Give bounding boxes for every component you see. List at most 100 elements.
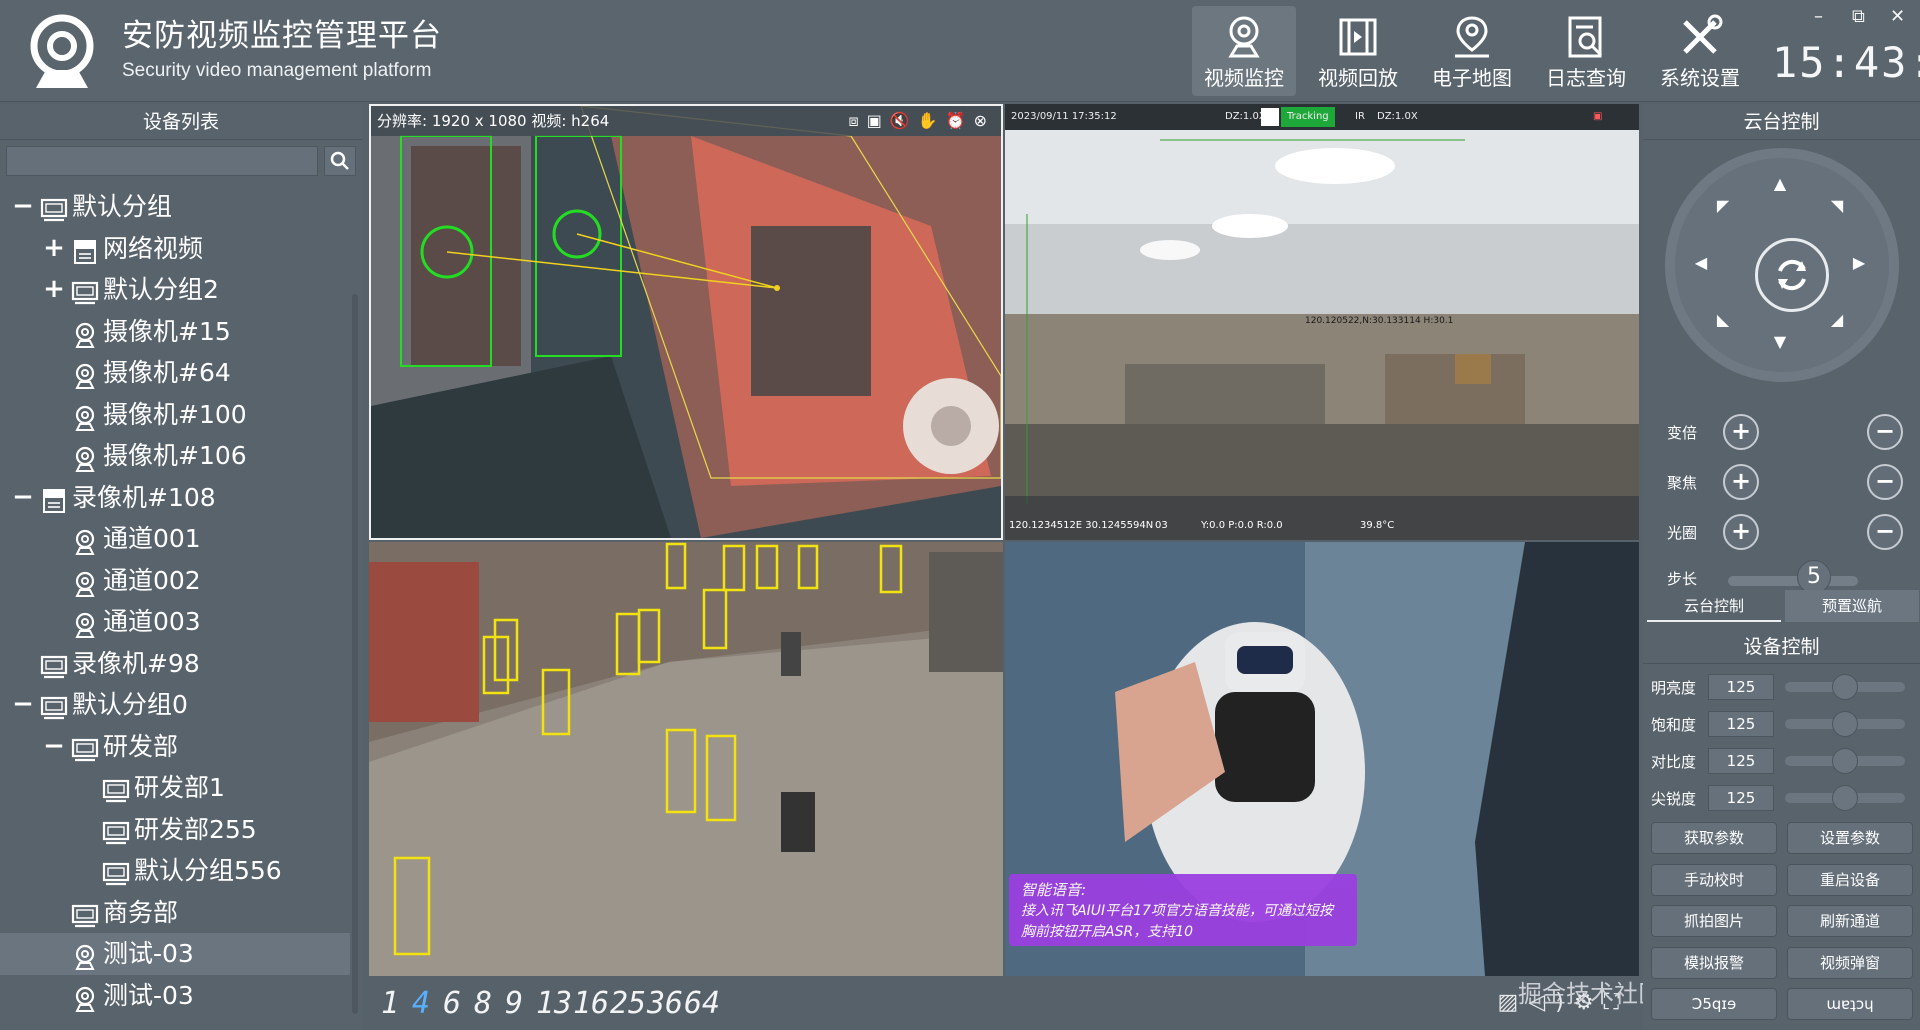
tree-node[interactable]: 商务部 xyxy=(0,892,350,934)
collapse-icon[interactable]: − xyxy=(10,186,36,227)
step-slider[interactable] xyxy=(1728,576,1858,586)
split-64-button[interactable]: 64 xyxy=(684,986,720,1021)
tree-node[interactable]: − 默认分组0 xyxy=(0,684,350,726)
osd-temperature: 39.8°C xyxy=(1360,520,1395,531)
param-slider-handle[interactable] xyxy=(1832,748,1858,774)
param-value-input[interactable]: 125 xyxy=(1708,674,1774,700)
webcam-icon xyxy=(71,609,99,638)
ptz-hand-icon[interactable]: ✋ xyxy=(918,111,946,130)
expand-icon[interactable]: + xyxy=(41,228,67,269)
ptz-up-left-icon[interactable]: ◤ xyxy=(1711,194,1735,218)
focus-out-button[interactable]: − xyxy=(1867,464,1903,500)
param-slider-handle[interactable] xyxy=(1832,785,1858,811)
device-action-button[interactable]: 设置参数 xyxy=(1787,822,1913,854)
ptz-down-left-icon[interactable]: ◣ xyxy=(1711,308,1735,332)
split-36-button[interactable]: 36 xyxy=(647,986,683,1021)
split-1-button[interactable]: 1 xyxy=(381,986,399,1021)
tree-node[interactable]: 研发部255 xyxy=(0,809,350,851)
split-16-button[interactable]: 16 xyxy=(573,986,609,1021)
ptz-up-right-icon[interactable]: ◥ xyxy=(1825,194,1849,218)
tree-node[interactable]: + 默认分组2 xyxy=(0,269,350,311)
close-button[interactable]: ✕ xyxy=(1890,6,1905,27)
scrollbar[interactable] xyxy=(352,294,358,1014)
ptz-down-icon[interactable]: ▼ xyxy=(1768,330,1792,354)
tree-node[interactable]: 摄像机#100 xyxy=(0,394,350,436)
collapse-icon[interactable]: − xyxy=(10,477,36,518)
tree-node-label: 摄像机#64 xyxy=(103,358,231,387)
tree-node[interactable]: 研发部1 xyxy=(0,767,350,809)
osd-gps-label: 120.120522,N:30.133114 H:30.1 xyxy=(1305,316,1454,326)
expand-icon[interactable]: + xyxy=(41,269,67,310)
param-value-input[interactable]: 125 xyxy=(1708,748,1774,774)
param-value-input[interactable]: 125 xyxy=(1708,785,1774,811)
nav-video-monitor[interactable]: 视频监控 xyxy=(1192,6,1296,96)
tree-node[interactable]: 通道002 xyxy=(0,560,350,602)
search-button[interactable] xyxy=(324,146,356,176)
zoom-out-button[interactable]: − xyxy=(1867,414,1903,450)
nav-video-playback[interactable]: 视频回放 xyxy=(1306,6,1410,96)
tree-node[interactable]: 摄像机#15 xyxy=(0,311,350,353)
split-4-button[interactable]: 4 xyxy=(412,986,430,1021)
tree-node[interactable]: 测试-03 xyxy=(0,975,350,1017)
tree-node[interactable]: 摄像机#64 xyxy=(0,352,350,394)
device-action-button[interactable]: ɯɐʇɔɥ xyxy=(1787,988,1913,1020)
param-slider-handle[interactable] xyxy=(1832,674,1858,700)
record-icon[interactable]: ⧈ xyxy=(849,111,867,130)
search-input[interactable] xyxy=(6,146,318,176)
video-cell-4[interactable]: 智能语音: 接入讯飞AIUI平台17项官方语音技能，可通过短按 胸前按钮开启AS… xyxy=(1005,542,1639,976)
snapshot-icon[interactable]: ▣ xyxy=(867,111,890,130)
split-13-button[interactable]: 13 xyxy=(536,986,572,1021)
tree-node[interactable]: − 录像机#108 xyxy=(0,477,350,519)
ptz-left-icon[interactable]: ◀ xyxy=(1689,251,1713,275)
tree-node[interactable]: 录像机#98 xyxy=(0,643,350,685)
alarm-icon[interactable]: ⏰ xyxy=(946,111,974,130)
nav-log-query[interactable]: 日志查询 xyxy=(1534,6,1638,96)
tree-node[interactable]: 通道001 xyxy=(0,518,350,560)
collapse-icon[interactable]: − xyxy=(41,726,67,767)
device-action-button[interactable]: 视频弹窗 xyxy=(1787,946,1913,979)
tree-node[interactable]: 通道003 xyxy=(0,601,350,643)
minimize-button[interactable]: – xyxy=(1814,6,1823,27)
video-cell-3[interactable] xyxy=(369,542,1003,976)
param-value-input[interactable]: 125 xyxy=(1708,711,1774,737)
split-25-button[interactable]: 25 xyxy=(610,986,646,1021)
nav-emap[interactable]: 电子地图 xyxy=(1420,6,1524,96)
tree-node[interactable]: + 网络视频 xyxy=(0,228,350,270)
tree-node[interactable]: 测试-03 xyxy=(0,933,350,975)
step-value[interactable]: 5 xyxy=(1797,560,1831,594)
split-9-button[interactable]: 9 xyxy=(505,986,523,1021)
tab-preset-cruise[interactable]: 预置巡航 xyxy=(1785,590,1919,622)
ptz-down-right-icon[interactable]: ◢ xyxy=(1825,308,1849,332)
zoom-in-button[interactable]: + xyxy=(1723,414,1759,450)
device-action-button[interactable]: 手动校时 xyxy=(1651,863,1777,896)
tree-node[interactable]: 默认分组556 xyxy=(0,850,350,892)
tab-ptz-control[interactable]: 云台控制 xyxy=(1647,590,1781,622)
device-action-button[interactable]: Ɔ5qɪɘ xyxy=(1651,988,1777,1020)
split-8-button[interactable]: 8 xyxy=(474,986,492,1021)
ptz-reset-button[interactable] xyxy=(1755,238,1829,312)
device-action-button[interactable]: 抓拍图片 xyxy=(1651,905,1777,937)
restore-button[interactable]: ⧉ xyxy=(1852,6,1865,27)
tree-node[interactable]: − 默认分组 xyxy=(0,186,350,228)
tree-node[interactable]: 摄像机#106 xyxy=(0,435,350,477)
tree-node[interactable]: − 研发部 xyxy=(0,726,350,768)
nav-system-settings[interactable]: 系统设置 xyxy=(1648,6,1752,96)
focus-in-button[interactable]: + xyxy=(1723,464,1759,500)
device-action-button[interactable]: 重启设备 xyxy=(1787,863,1913,896)
video-cell-1[interactable]: 分辨率: 1920 x 1080 视频: h264 ⧈▣🔇✋⏰⊗ xyxy=(369,104,1003,540)
ptz-up-icon[interactable]: ▲ xyxy=(1768,172,1792,196)
mute-icon[interactable]: 🔇 xyxy=(890,111,918,130)
iris-close-button[interactable]: − xyxy=(1867,514,1903,550)
close-video-icon[interactable]: ⊗ xyxy=(974,111,995,130)
device-action-button[interactable]: 刷新通道 xyxy=(1787,905,1913,937)
iris-open-button[interactable]: + xyxy=(1723,514,1759,550)
param-slider-handle[interactable] xyxy=(1832,711,1858,737)
zoom-row: 变倍 + − xyxy=(1643,412,1920,452)
tree-node-label: 默认分组 xyxy=(72,192,173,221)
device-action-button[interactable]: 模拟报警 xyxy=(1651,946,1777,979)
device-action-button[interactable]: 获取参数 xyxy=(1651,822,1777,854)
split-6-button[interactable]: 6 xyxy=(443,986,461,1021)
collapse-icon[interactable]: − xyxy=(10,684,36,725)
ptz-right-icon[interactable]: ▶ xyxy=(1847,251,1871,275)
video-cell-2[interactable]: 2023/09/11 17:35:12 DZ:1.0X Tracking IR … xyxy=(1005,104,1639,540)
